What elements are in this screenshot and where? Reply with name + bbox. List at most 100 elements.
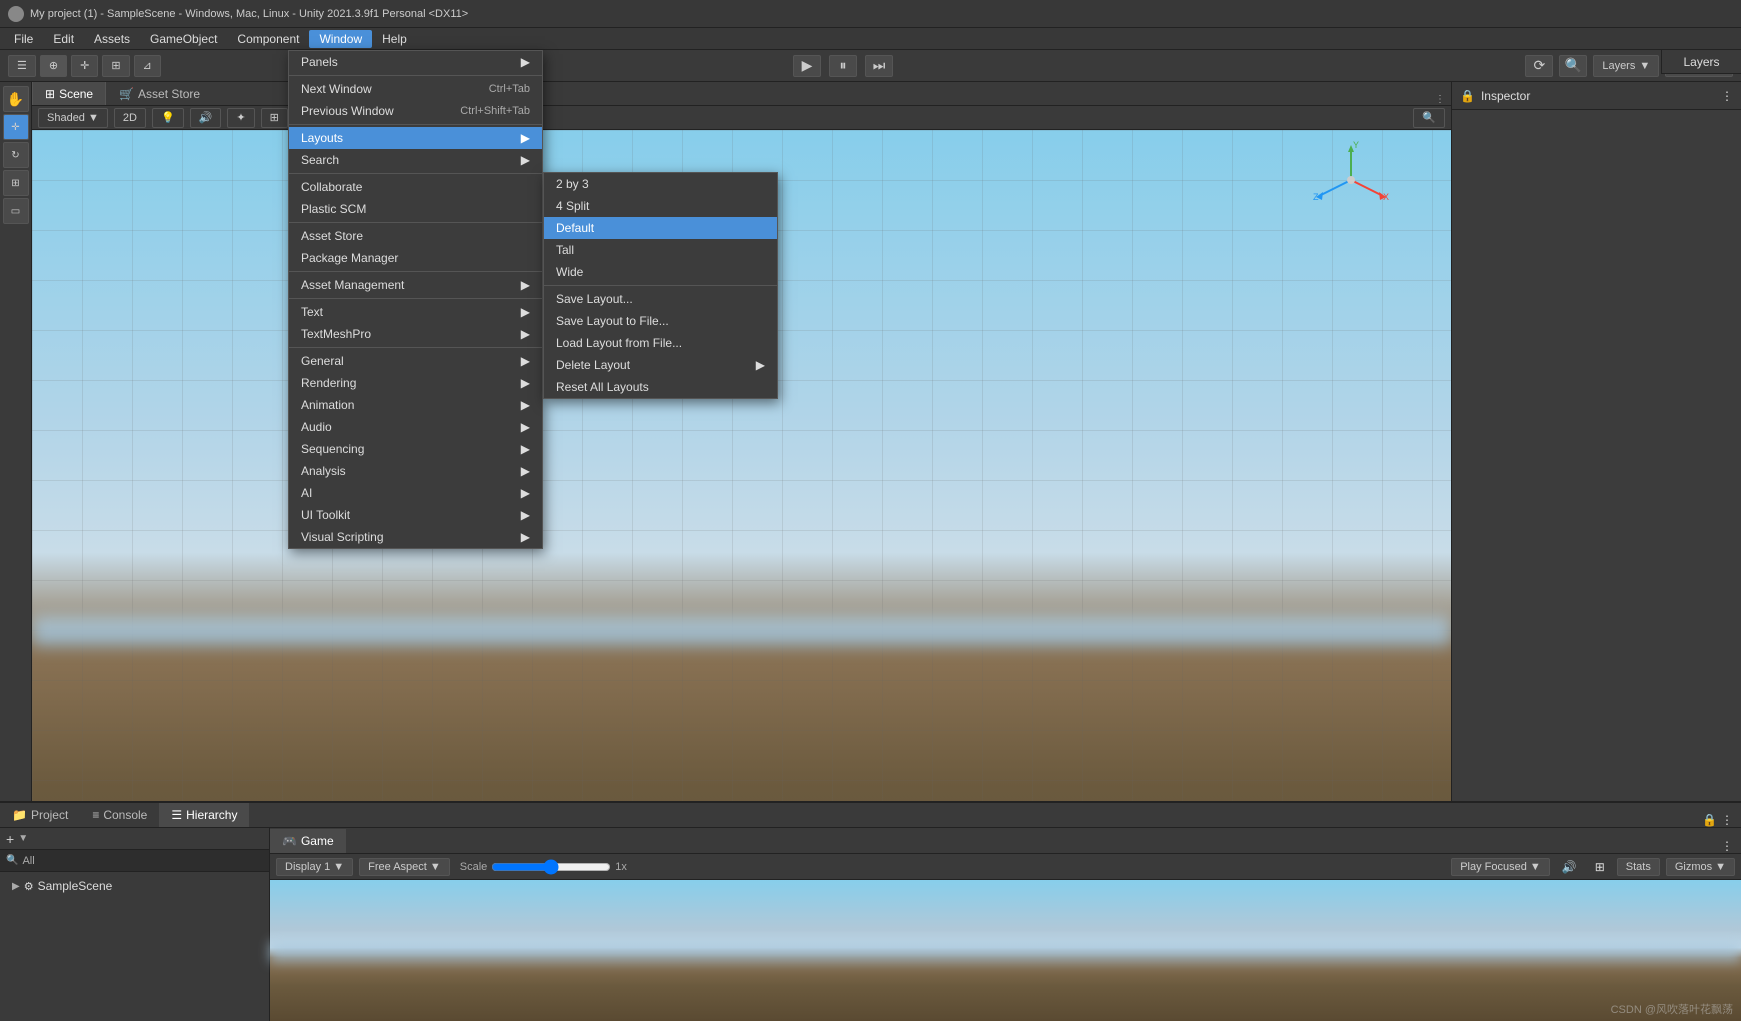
bottom-lock-btn[interactable]: 🔒	[1702, 813, 1717, 827]
menu-separator-6	[289, 298, 542, 299]
hand-tool-btn[interactable]: ☰	[8, 55, 36, 77]
move-tool-btn[interactable]: ✛	[71, 55, 98, 77]
play-focused-btn[interactable]: Play Focused ▼	[1451, 858, 1550, 876]
hierarchy-add-btn[interactable]: +	[6, 831, 14, 847]
rect-tool-btn[interactable]: ⊞	[102, 55, 129, 77]
menu-ai[interactable]: AI ▶	[289, 482, 542, 504]
scene-camera-btn[interactable]: ⊞	[261, 108, 288, 128]
menu-analysis[interactable]: Analysis ▶	[289, 460, 542, 482]
menu-bar: File Edit Assets GameObject Component Wi…	[0, 28, 1741, 50]
inspector-more-btn[interactable]: ⋮	[1721, 89, 1733, 103]
inspector-header: 🔒 Inspector ⋮	[1452, 82, 1741, 110]
grid-btn[interactable]: ⊞	[1589, 858, 1611, 876]
game-panel: 🎮 Game ⋮ Display 1 ▼ Free Aspect ▼	[270, 828, 1741, 1021]
hierarchy-panel: + ▼ 🔍 All ▶ ⚙ SampleScene	[0, 828, 270, 1021]
rotate-tool[interactable]: ↻	[3, 142, 29, 168]
layout-default[interactable]: Default	[544, 217, 777, 239]
hand-tool[interactable]: ✋	[3, 86, 29, 112]
scale-slider[interactable]	[491, 861, 611, 873]
save-layout-btn[interactable]: Save Layout...	[544, 288, 777, 310]
menu-file[interactable]: File	[4, 30, 43, 48]
tab-game[interactable]: 🎮 Game	[270, 829, 346, 853]
menu-next-window[interactable]: Next Window Ctrl+Tab	[289, 78, 542, 100]
menu-rendering[interactable]: Rendering ▶	[289, 372, 542, 394]
menu-window[interactable]: Window	[309, 30, 372, 48]
game-panel-tabs: 🎮 Game ⋮	[270, 828, 1741, 854]
menu-edit[interactable]: Edit	[43, 30, 84, 48]
hierarchy-search: 🔍 All	[0, 850, 269, 872]
menu-panels[interactable]: Panels ▶	[289, 51, 542, 73]
audio-btn[interactable]: 🔊	[1556, 858, 1583, 876]
menu-textmeshpro[interactable]: TextMeshPro ▶	[289, 323, 542, 345]
scene-2d-btn[interactable]: 2D	[114, 108, 146, 128]
menu-animation[interactable]: Animation ▶	[289, 394, 542, 416]
menu-search[interactable]: Search ▶	[289, 149, 542, 171]
scene-fx-btn[interactable]: ✦	[227, 108, 254, 128]
menu-component[interactable]: Component	[227, 30, 309, 48]
tab-asset-store[interactable]: 🛒 Asset Store	[106, 82, 213, 105]
game-toolbar: Display 1 ▼ Free Aspect ▼ Scale 1x Pla	[270, 854, 1741, 880]
layout-2by3[interactable]: 2 by 3	[544, 173, 777, 195]
history-btn[interactable]: ⟳	[1525, 55, 1553, 77]
scene-shading-btn[interactable]: Shaded ▼	[38, 108, 108, 128]
layout-tall[interactable]: Tall	[544, 239, 777, 261]
inspector-content	[1452, 110, 1741, 126]
menu-audio[interactable]: Audio ▶	[289, 416, 542, 438]
tab-console[interactable]: ≡ Console	[80, 803, 159, 827]
gizmos-game-btn[interactable]: Gizmos ▼	[1666, 858, 1735, 876]
menu-asset-management[interactable]: Asset Management ▶	[289, 274, 542, 296]
scene-search-input[interactable]: 🔍	[1413, 108, 1445, 128]
save-layout-to-file-btn[interactable]: Save Layout to File...	[544, 310, 777, 332]
menu-gameobject[interactable]: GameObject	[140, 30, 227, 48]
tab-scene[interactable]: ⊞ Scene	[32, 82, 106, 105]
inspector-tab-label: Inspector	[1481, 89, 1530, 103]
menu-separator-5	[289, 271, 542, 272]
menu-visual-scripting[interactable]: Visual Scripting ▶	[289, 526, 542, 548]
menu-text[interactable]: Text ▶	[289, 301, 542, 323]
menu-previous-window[interactable]: Previous Window Ctrl+Shift+Tab	[289, 100, 542, 122]
stats-btn[interactable]: Stats	[1617, 858, 1660, 876]
game-view-content	[270, 880, 1741, 1021]
svg-text:X: X	[1383, 192, 1389, 202]
reset-all-layouts-btn[interactable]: Reset All Layouts	[544, 376, 777, 398]
step-button[interactable]: ⏭	[865, 55, 893, 77]
scale-tool[interactable]: ⊞	[3, 170, 29, 196]
game-display-btn[interactable]: Display 1 ▼	[276, 858, 353, 876]
menu-package-manager[interactable]: Package Manager	[289, 247, 542, 269]
svg-text:Y: Y	[1353, 140, 1359, 150]
bottom-more-btn[interactable]: ⋮	[1721, 813, 1733, 827]
menu-ui-toolkit[interactable]: UI Toolkit ▶	[289, 504, 542, 526]
transform-tool-btn[interactable]: ⊕	[40, 55, 67, 77]
menu-collaborate[interactable]: Collaborate	[289, 176, 542, 198]
pause-button[interactable]: ⏸	[829, 55, 857, 77]
tab-hierarchy[interactable]: ☰ Hierarchy	[159, 803, 249, 827]
scale-tool-btn[interactable]: ⊿	[134, 55, 161, 77]
menu-separator-1	[289, 75, 542, 76]
tab-project[interactable]: 📁 Project	[0, 803, 80, 827]
load-layout-from-file-btn[interactable]: Load Layout from File...	[544, 332, 777, 354]
title-bar: My project (1) - SampleScene - Windows, …	[0, 0, 1741, 28]
menu-help[interactable]: Help	[372, 30, 417, 48]
menu-general[interactable]: General ▶	[289, 350, 542, 372]
menu-assets[interactable]: Assets	[84, 30, 140, 48]
layout-4split[interactable]: 4 Split	[544, 195, 777, 217]
move-gizmo-tool[interactable]: ✛	[3, 114, 29, 140]
menu-sequencing[interactable]: Sequencing ▶	[289, 438, 542, 460]
rect-transform-tool[interactable]: ▭	[3, 198, 29, 224]
play-button[interactable]: ▶	[793, 55, 821, 77]
layout-wide[interactable]: Wide	[544, 261, 777, 283]
lock-icon: 🔒	[1460, 89, 1475, 103]
layers-dropdown[interactable]: Layers ▼	[1593, 55, 1659, 77]
menu-layouts[interactable]: Layouts ▶	[289, 127, 542, 149]
layouts-submenu: 2 by 3 4 Split Default Tall Wide Save La…	[543, 172, 778, 399]
game-more-btn[interactable]: ⋮	[1713, 839, 1741, 853]
game-aspect-btn[interactable]: Free Aspect ▼	[359, 858, 450, 876]
scene-audio-btn[interactable]: 🔊	[190, 108, 222, 128]
search-toolbar-btn[interactable]: 🔍	[1559, 55, 1587, 77]
sample-scene-item[interactable]: ▶ ⚙ SampleScene	[8, 876, 261, 896]
scene-more-btn[interactable]: ⋮	[1435, 94, 1445, 105]
scene-light-btn[interactable]: 💡	[152, 108, 184, 128]
menu-asset-store[interactable]: Asset Store	[289, 225, 542, 247]
delete-layout-btn[interactable]: Delete Layout ▶	[544, 354, 777, 376]
menu-plastic-scm[interactable]: Plastic SCM	[289, 198, 542, 220]
